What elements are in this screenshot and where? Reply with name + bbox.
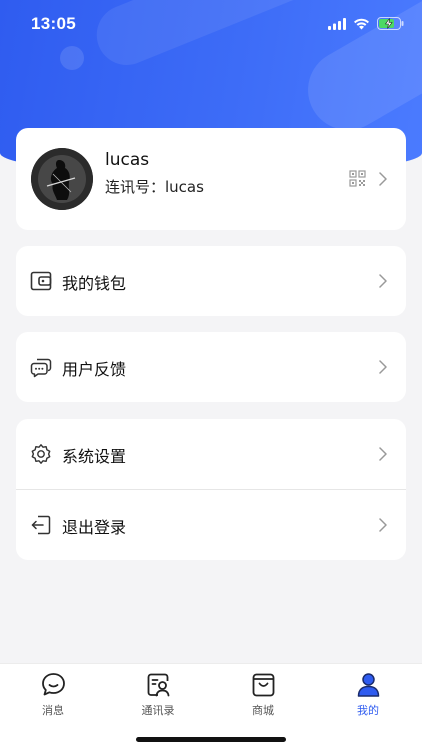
chevron-right-icon [379,172,387,186]
logout-icon [31,515,51,535]
menu-item-label: 退出登录 [62,518,127,537]
avatar-image [31,148,93,210]
wallet-icon [30,271,52,291]
feedback-card: 用户反馈 [16,332,406,402]
menu-item-label: 系统设置 [62,447,127,466]
contacts-icon [147,673,170,697]
wifi-icon [354,18,369,29]
settings-card: 系统设置 退出登录 [16,419,406,560]
wallet-card: 我的钱包 [16,246,406,316]
chevron-right-icon [379,518,387,532]
menu-item-label: 我的钱包 [62,274,127,293]
status-time: 13:05 [31,14,76,33]
profile-name: lucas [105,150,150,170]
menu-item-settings[interactable]: 系统设置 [16,419,406,489]
shopping-bag-icon [252,673,275,697]
tab-label: 消息 [42,704,64,717]
chevron-right-icon [379,360,387,374]
tab-label: 通讯录 [141,704,175,717]
chevron-right-icon [379,274,387,288]
avatar[interactable] [31,148,93,210]
home-indicator [136,737,286,742]
qr-code-icon[interactable] [349,170,366,187]
tab-label: 商城 [252,704,274,717]
gear-icon [31,444,51,464]
tab-mine[interactable]: 我的 [328,664,408,724]
profile-card[interactable]: lucas 连讯号：lucas [16,128,406,230]
battery-charging-icon [377,17,404,30]
signal-icon [328,17,346,30]
feedback-chat-icon [30,358,52,378]
menu-item-wallet[interactable]: 我的钱包 [16,246,406,316]
menu-item-feedback[interactable]: 用户反馈 [16,332,406,402]
tab-shop[interactable]: 商城 [223,664,303,724]
chevron-right-icon [379,447,387,461]
user-profile-icon [357,673,380,697]
profile-account-id: 连讯号：lucas [105,178,204,196]
status-bar: 13:05 [0,0,422,50]
menu-item-label: 用户反馈 [62,360,127,379]
status-icons [328,17,404,30]
tab-label: 我的 [357,704,379,717]
tab-contacts[interactable]: 通讯录 [118,664,198,724]
menu-item-logout[interactable]: 退出登录 [16,490,406,560]
tab-messages[interactable]: 消息 [13,664,93,724]
chat-bubble-icon [42,673,65,696]
